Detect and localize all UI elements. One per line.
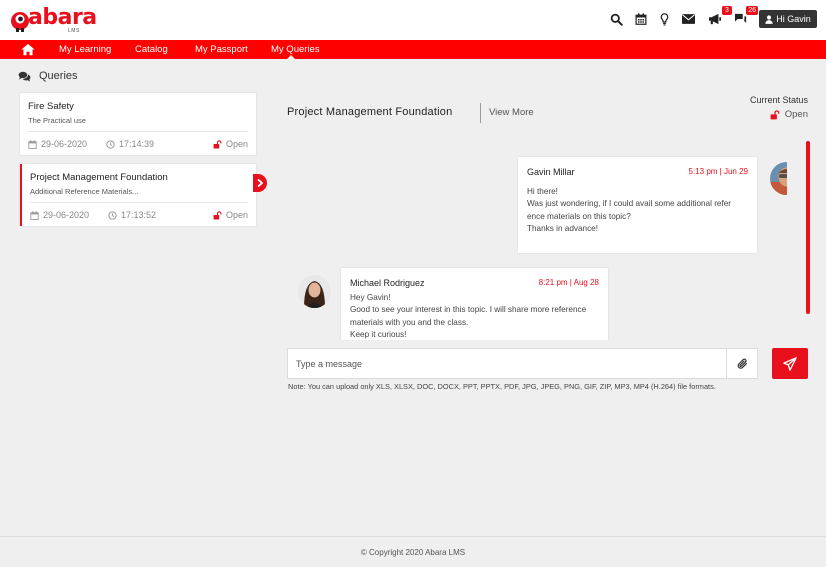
envelope-icon[interactable] <box>680 11 696 27</box>
message-line: Hi there! <box>527 187 558 196</box>
query-time: 17:13:52 <box>108 210 156 220</box>
home-icon[interactable] <box>21 43 35 56</box>
nav-catalog[interactable]: Catalog <box>135 40 168 59</box>
page-title: Queries <box>18 69 78 83</box>
message-line: Good to see your interest in this topic.… <box>350 305 587 315</box>
query-time-text: 17:13:52 <box>121 210 157 220</box>
comments-icon <box>18 71 31 81</box>
message-input[interactable] <box>288 349 726 378</box>
query-title: Project Management Foundation <box>30 172 168 183</box>
message-line: ence materials on this topic? <box>527 211 631 221</box>
message-line: materials with you and the class. <box>350 317 469 327</box>
query-status-text: Open <box>225 210 248 220</box>
unlock-icon <box>213 139 222 148</box>
query-time: 17:14:39 <box>106 139 154 149</box>
chat-icon[interactable]: 26 <box>733 6 758 27</box>
card-divider <box>30 202 248 203</box>
query-date: 29-06-2020 <box>30 210 89 220</box>
query-status: Open <box>213 139 248 149</box>
current-status-label: Current Status <box>749 95 808 105</box>
upload-note: Note: You can upload only XLS, XLSX, DOC… <box>288 382 716 391</box>
announcements-badge: 3 <box>722 6 732 15</box>
query-status-text: Open <box>225 139 248 149</box>
query-subtitle: Additional Reference Materials... <box>30 187 139 196</box>
view-more-link[interactable]: View More <box>489 107 534 118</box>
header-divider <box>480 103 481 123</box>
message-line: Was just wondering, if I could avail som… <box>527 199 732 209</box>
current-status-value: Open <box>770 109 808 120</box>
message-author: Gavin Millar <box>527 167 575 177</box>
nav-my-passport[interactable]: My Passport <box>195 40 248 59</box>
query-time-text: 17:14:39 <box>119 139 155 149</box>
user-greeting: Hi Gavin <box>776 14 811 24</box>
footer: © Copyright 2020 Abara LMS <box>0 536 826 567</box>
calendar-icon <box>30 210 39 220</box>
open-query-button[interactable] <box>253 174 267 192</box>
query-date-text: 29-06-2020 <box>43 210 90 220</box>
message-thread[interactable]: Gavin Millar 5:13 pm | Jun 29 Hi there! … <box>287 140 787 340</box>
user-icon <box>765 14 773 24</box>
query-card-active[interactable]: Project Management Foundation Additional… <box>20 164 256 226</box>
message-body: Hey Gavin! Good to see your interest in … <box>350 292 599 340</box>
query-card[interactable]: Fire Safety The Practical use 29-06-2020… <box>20 93 256 155</box>
active-nav-indicator <box>286 55 296 60</box>
message-line: Thanks in advance! <box>527 224 599 234</box>
message-line: Keep it curious! <box>350 330 407 340</box>
query-date: 29-06-2020 <box>28 139 87 149</box>
logo-mascot-icon <box>11 12 29 32</box>
clock-icon <box>108 210 117 220</box>
message-body: Hi there! Was just wondering, if I could… <box>527 186 748 236</box>
paper-plane-icon <box>783 356 797 371</box>
avatar-gavin <box>770 162 787 195</box>
clock-icon <box>106 139 115 149</box>
paperclip-icon <box>737 358 747 369</box>
query-subtitle: The Practical use <box>28 116 86 125</box>
thread-scrollbar[interactable] <box>806 141 810 314</box>
megaphone-icon[interactable]: 3 <box>707 6 732 27</box>
attach-button[interactable] <box>726 349 758 378</box>
page-title-text: Queries <box>39 70 78 82</box>
unlock-icon <box>213 210 222 219</box>
unlock-icon <box>770 109 780 119</box>
message-bubble-sent: Gavin Millar 5:13 pm | Jun 29 Hi there! … <box>518 157 757 253</box>
current-status-text: Open <box>784 109 808 120</box>
logo-subtitle: LMS <box>68 28 80 34</box>
card-divider <box>28 131 248 132</box>
calendar-icon <box>28 139 37 149</box>
query-date-text: 29-06-2020 <box>41 139 88 149</box>
query-status: Open <box>213 210 248 220</box>
message-bubble-received: Michael Rodriguez 8:21 pm | Aug 28 Hey G… <box>341 268 608 340</box>
message-time: 8:21 pm | Aug 28 <box>538 278 599 287</box>
logo-wordmark: abara <box>28 5 97 30</box>
query-title: Fire Safety <box>28 101 74 112</box>
conversation-title: Project Management Foundation <box>287 106 453 118</box>
chevron-right-icon <box>257 179 263 187</box>
message-author: Michael Rodriguez <box>350 278 425 288</box>
lightbulb-icon[interactable] <box>656 11 672 27</box>
nav-my-learning[interactable]: My Learning <box>59 40 111 59</box>
message-time: 5:13 pm | Jun 29 <box>688 167 748 176</box>
message-line: Hey Gavin! <box>350 293 391 302</box>
message-composer <box>287 348 758 379</box>
search-icon[interactable] <box>608 11 624 27</box>
top-header: abara LMS 3 26 Hi Gavin <box>0 0 826 40</box>
calendar-icon[interactable] <box>633 11 649 27</box>
main-nav: My Learning Catalog My Passport My Queri… <box>0 40 826 59</box>
avatar-michael <box>298 275 331 308</box>
send-button[interactable] <box>772 348 808 379</box>
user-menu-button[interactable]: Hi Gavin <box>759 10 817 28</box>
messages-badge: 26 <box>746 6 758 15</box>
copyright-text: © Copyright 2020 Abara LMS <box>360 548 466 557</box>
